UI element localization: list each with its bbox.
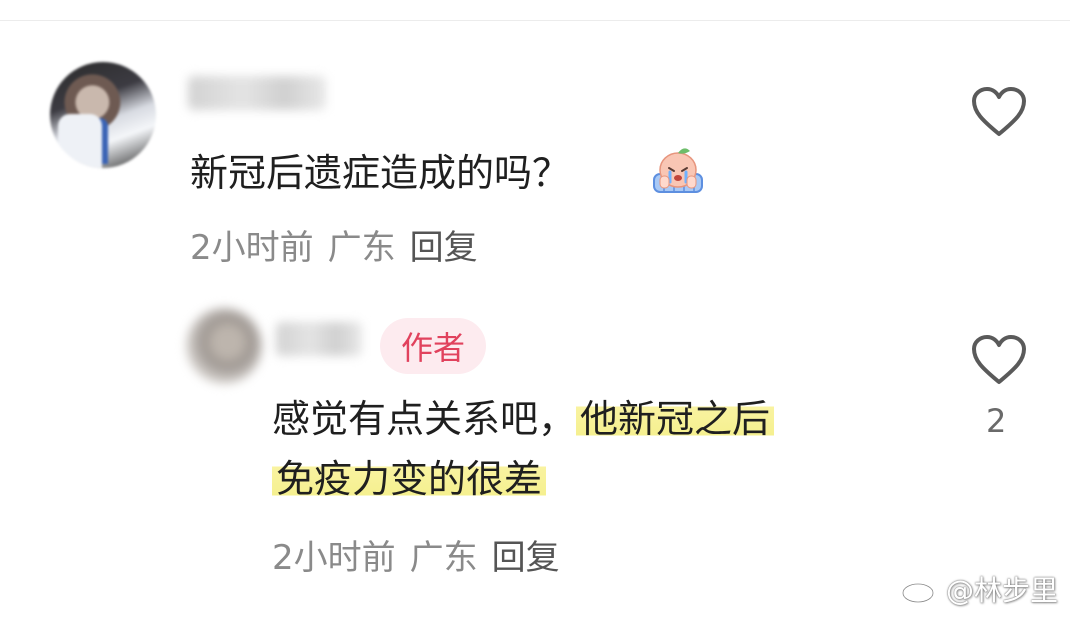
- watermark-text: @林步里: [945, 574, 1058, 607]
- weibo-icon: [901, 577, 939, 604]
- top-divider: [0, 20, 1070, 21]
- comment-time: 2小时前: [272, 538, 396, 578]
- comment-meta: 2小时前 广东 回复: [190, 220, 492, 269]
- avatar[interactable]: [186, 308, 262, 384]
- comment-text: 新冠后遗症造成的吗？: [190, 150, 570, 198]
- heart-outline-icon[interactable]: [970, 86, 1028, 138]
- crying-peach-sticker-icon: [653, 148, 703, 193]
- reply-comment-line-2: 免疫力变的很差: [272, 456, 547, 504]
- comment-location: 广东: [327, 228, 396, 268]
- like-count: 2: [986, 402, 1007, 440]
- reply-text-plain: 感觉有点关系吧，: [272, 397, 577, 441]
- watermark: @林步里: [900, 569, 1058, 609]
- avatar[interactable]: [50, 62, 156, 168]
- comment-location: 广东: [409, 538, 478, 578]
- author-badge: 作者: [380, 318, 486, 374]
- comment-text-content: 新冠后遗症造成的吗？: [190, 151, 571, 195]
- heart-outline-icon[interactable]: [970, 334, 1028, 386]
- reply-text-highlight: 免疫力变的很差: [272, 457, 547, 501]
- reply-comment-meta: 2小时前 广东 回复: [272, 530, 574, 579]
- reply-button[interactable]: 回复: [410, 228, 478, 268]
- username-blurred[interactable]: [188, 76, 326, 110]
- username-blurred[interactable]: [276, 322, 362, 356]
- reply-button[interactable]: 回复: [492, 538, 560, 578]
- reply-text-highlight: 他新冠之后: [576, 397, 775, 441]
- comment-time: 2小时前: [190, 228, 314, 268]
- reply-comment-line-1: 感觉有点关系吧， 他新冠之后: [272, 396, 775, 444]
